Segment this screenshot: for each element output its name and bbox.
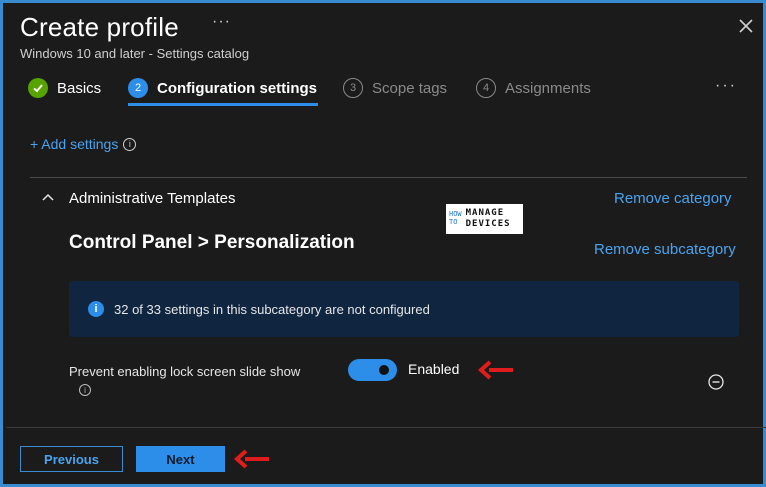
toggle-state-label: Enabled <box>408 361 460 377</box>
info-banner: i 32 of 33 settings in this subcategory … <box>69 281 739 337</box>
page-title: Create profile <box>20 12 179 42</box>
watermark-logo: HOW TO MANAGE DEVICES <box>446 204 523 234</box>
info-icon[interactable]: i <box>123 137 137 151</box>
next-button[interactable]: Next <box>136 446 225 472</box>
minus-circle-icon[interactable] <box>708 374 724 390</box>
remove-subcategory-link[interactable]: Remove subcategory <box>594 241 736 258</box>
info-icon: i <box>88 301 104 317</box>
more-steps-button[interactable]: ··· <box>715 77 737 95</box>
tab-basics[interactable]: Basics <box>28 77 101 99</box>
chevron-up-icon[interactable] <box>41 190 55 204</box>
add-settings-label: + Add settings <box>30 136 119 152</box>
annotation-arrow-icon <box>233 449 269 469</box>
setting-toggle[interactable] <box>348 359 397 381</box>
info-icon[interactable]: i <box>79 384 91 396</box>
toggle-knob <box>379 365 389 375</box>
setting-name: Prevent enabling lock screen slide show <box>69 364 301 379</box>
previous-button[interactable]: Previous <box>20 446 123 472</box>
tab-label: Assignments <box>505 79 591 97</box>
close-icon[interactable] <box>735 15 757 37</box>
tab-label: Basics <box>57 79 102 97</box>
more-options-button[interactable]: ··· <box>212 13 231 31</box>
tab-configuration-settings[interactable]: 2 Configuration settings <box>128 77 317 99</box>
remove-category-link[interactable]: Remove category <box>614 190 732 207</box>
logo-text: MANAGE DEVICES <box>465 208 511 229</box>
category-title: Administrative Templates <box>69 190 236 207</box>
tab-label: Scope tags <box>372 79 448 97</box>
subcategory-title: Control Panel > Personalization <box>69 232 355 253</box>
section-divider <box>30 177 747 178</box>
create-profile-panel: Create profile ··· Windows 10 and later … <box>0 0 766 487</box>
checkmark-icon <box>28 78 48 98</box>
tab-scope-tags[interactable]: 3 Scope tags <box>343 77 447 99</box>
page-subtitle: Windows 10 and later - Settings catalog <box>20 46 250 61</box>
step-number-badge: 4 <box>476 78 496 98</box>
logo-how-to: HOW TO <box>449 211 462 227</box>
info-banner-text: 32 of 33 settings in this subcategory ar… <box>114 301 430 317</box>
tab-assignments[interactable]: 4 Assignments <box>476 77 591 99</box>
step-number-badge: 3 <box>343 78 363 98</box>
footer-divider <box>6 427 766 428</box>
step-number-badge: 2 <box>128 78 148 98</box>
annotation-arrow-icon <box>477 360 513 380</box>
active-tab-indicator <box>128 103 318 106</box>
add-settings-link[interactable]: + Add settings i <box>30 136 137 152</box>
tab-label: Configuration settings <box>157 79 317 97</box>
